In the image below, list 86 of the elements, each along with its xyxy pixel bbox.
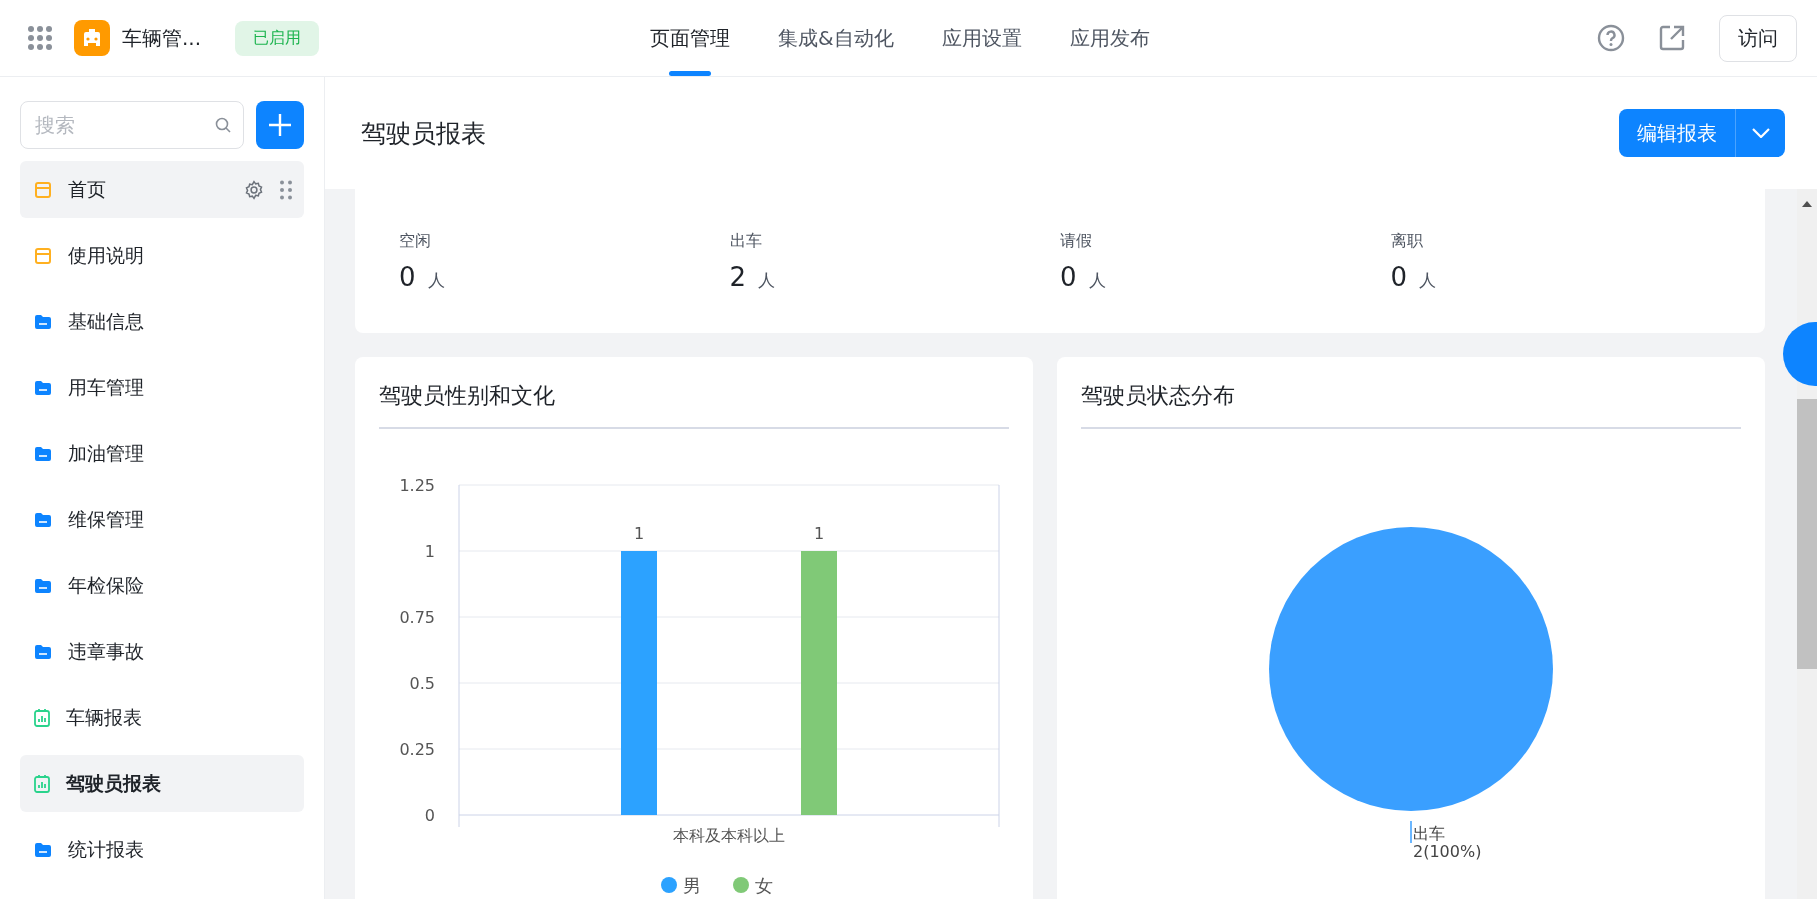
visit-button[interactable]: 访问 xyxy=(1719,14,1797,62)
sidebar-item[interactable]: 用车管理 xyxy=(20,359,304,416)
sidebar-item[interactable]: 基础信息 xyxy=(20,293,304,350)
search-field[interactable]: 搜索 xyxy=(20,101,244,149)
stat-value: 2 xyxy=(729,261,747,292)
axis-tick-label: 0.5 xyxy=(409,674,435,693)
card-title: 驾驶员状态分布 xyxy=(1081,381,1741,429)
page-icon xyxy=(34,246,52,265)
external-link-icon[interactable] xyxy=(1659,25,1685,51)
legend-label: 女 xyxy=(755,875,773,896)
chevron-down-icon xyxy=(1751,128,1770,138)
folder-icon xyxy=(34,841,52,858)
sidebar-item[interactable]: 加油管理 xyxy=(20,425,304,482)
sidebar-item-label: 违章事故 xyxy=(68,638,145,664)
plus-icon xyxy=(269,114,291,136)
sidebar-item-label: 加油管理 xyxy=(68,440,145,466)
nav-tab[interactable]: 应用设置 xyxy=(941,0,1022,76)
stat-value: 0 xyxy=(399,261,416,292)
stat-label: 离职 xyxy=(1390,230,1424,252)
help-icon[interactable] xyxy=(1597,24,1625,52)
sidebar-item-label: 维保管理 xyxy=(68,506,145,532)
sidebar-item-label: 年检保险 xyxy=(68,572,145,598)
stat-unit: 人 xyxy=(1419,268,1437,292)
axis-tick-label: 1 xyxy=(424,542,435,561)
leader-line xyxy=(1410,820,1412,844)
stat-label: 出车 xyxy=(729,230,763,252)
axis-tick-label: 1.25 xyxy=(399,476,435,495)
slice-label: 出车 xyxy=(1413,824,1445,843)
page-title: 驾驶员报表 xyxy=(361,117,487,150)
sidebar-item-label: 车辆报表 xyxy=(66,704,143,730)
stat-unit: 人 xyxy=(758,268,776,292)
page-icon xyxy=(34,180,52,199)
sidebar-item-label: 用车管理 xyxy=(68,374,145,400)
slice-value-label: 2(100%) xyxy=(1413,842,1482,861)
scroll-up-icon[interactable] xyxy=(1802,201,1812,207)
stat-value: 0 xyxy=(1390,261,1408,292)
scrollbar-thumb[interactable] xyxy=(1797,399,1817,669)
sidebar-item[interactable]: 使用说明 xyxy=(20,227,304,284)
sidebar-item-label: 驾驶员报表 xyxy=(66,770,162,796)
sidebar-item-label: 基础信息 xyxy=(68,308,145,334)
axis-category-label: 本科及本科以上 xyxy=(673,826,785,845)
settings-icon[interactable] xyxy=(244,179,264,200)
edit-report-button[interactable]: 编辑报表 xyxy=(1619,109,1735,157)
sidebar-item[interactable]: 首页 xyxy=(20,161,304,218)
folder-icon xyxy=(34,643,52,660)
bar-value-label: 1 xyxy=(813,524,825,543)
nav-tab[interactable]: 应用发布 xyxy=(1069,0,1150,76)
sidebar-item[interactable]: 年检保险 xyxy=(20,557,304,614)
sidebar-item[interactable]: 统计报表 xyxy=(20,821,304,878)
report-icon xyxy=(34,774,50,793)
folder-icon xyxy=(34,379,52,396)
report-icon xyxy=(34,708,50,727)
search-icon xyxy=(215,117,231,133)
stat-unit: 人 xyxy=(427,268,445,292)
nav-tab[interactable]: 集成&自动化 xyxy=(778,0,894,76)
axis-tick-label: 0 xyxy=(424,806,435,825)
sidebar-item[interactable]: 维保管理 xyxy=(20,491,304,548)
app-grid-icon[interactable] xyxy=(28,26,52,50)
sidebar-item[interactable]: 车辆报表 xyxy=(20,689,304,746)
scrollbar[interactable] xyxy=(1797,189,1817,899)
drag-handle-icon[interactable] xyxy=(280,179,292,200)
sidebar-item-label: 统计报表 xyxy=(68,836,145,862)
sidebar-item-label: 使用说明 xyxy=(68,242,145,268)
legend-label: 男 xyxy=(683,875,701,896)
stat-label: 空闲 xyxy=(399,230,432,252)
folder-icon xyxy=(34,445,52,462)
axis-tick-label: 0.75 xyxy=(399,608,435,627)
sidebar-item[interactable]: 驾驶员报表 xyxy=(20,755,304,812)
nav-tab[interactable]: 页面管理 xyxy=(650,0,730,76)
folder-icon xyxy=(34,313,52,330)
sidebar-item-label: 首页 xyxy=(68,176,107,202)
status-badge: 已启用 xyxy=(235,20,320,56)
app-name: 车辆管... xyxy=(122,24,202,52)
card-title: 驾驶员性别和文化 xyxy=(379,381,1009,429)
legend-item: 女 xyxy=(733,875,773,896)
stat-value: 0 xyxy=(1060,261,1077,292)
stat-label: 请假 xyxy=(1060,230,1093,252)
stat-unit: 人 xyxy=(1088,268,1106,292)
add-button[interactable] xyxy=(256,101,304,149)
bar-value-label: 1 xyxy=(633,524,645,543)
legend-item: 男 xyxy=(661,875,701,896)
app-logo xyxy=(74,20,110,56)
folder-icon xyxy=(34,577,52,594)
folder-icon xyxy=(34,511,52,528)
sidebar-item[interactable]: 违章事故 xyxy=(20,623,304,680)
axis-tick-label: 0.25 xyxy=(399,740,435,759)
